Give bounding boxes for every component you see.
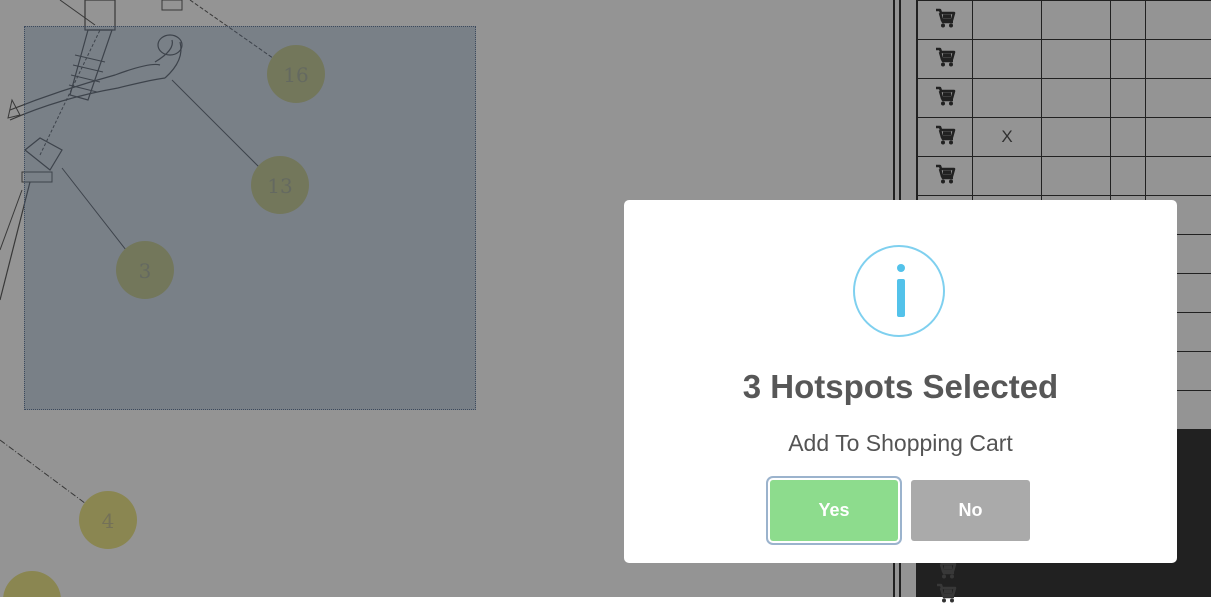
yes-button[interactable]: Yes xyxy=(770,480,898,541)
dialog-message: Add To Shopping Cart xyxy=(624,430,1177,457)
info-icon xyxy=(853,245,945,337)
hotspot-confirm-dialog: 3 Hotspots Selected Add To Shopping Cart… xyxy=(624,200,1177,563)
no-button[interactable]: No xyxy=(911,480,1030,541)
dialog-title: 3 Hotspots Selected xyxy=(624,368,1177,406)
